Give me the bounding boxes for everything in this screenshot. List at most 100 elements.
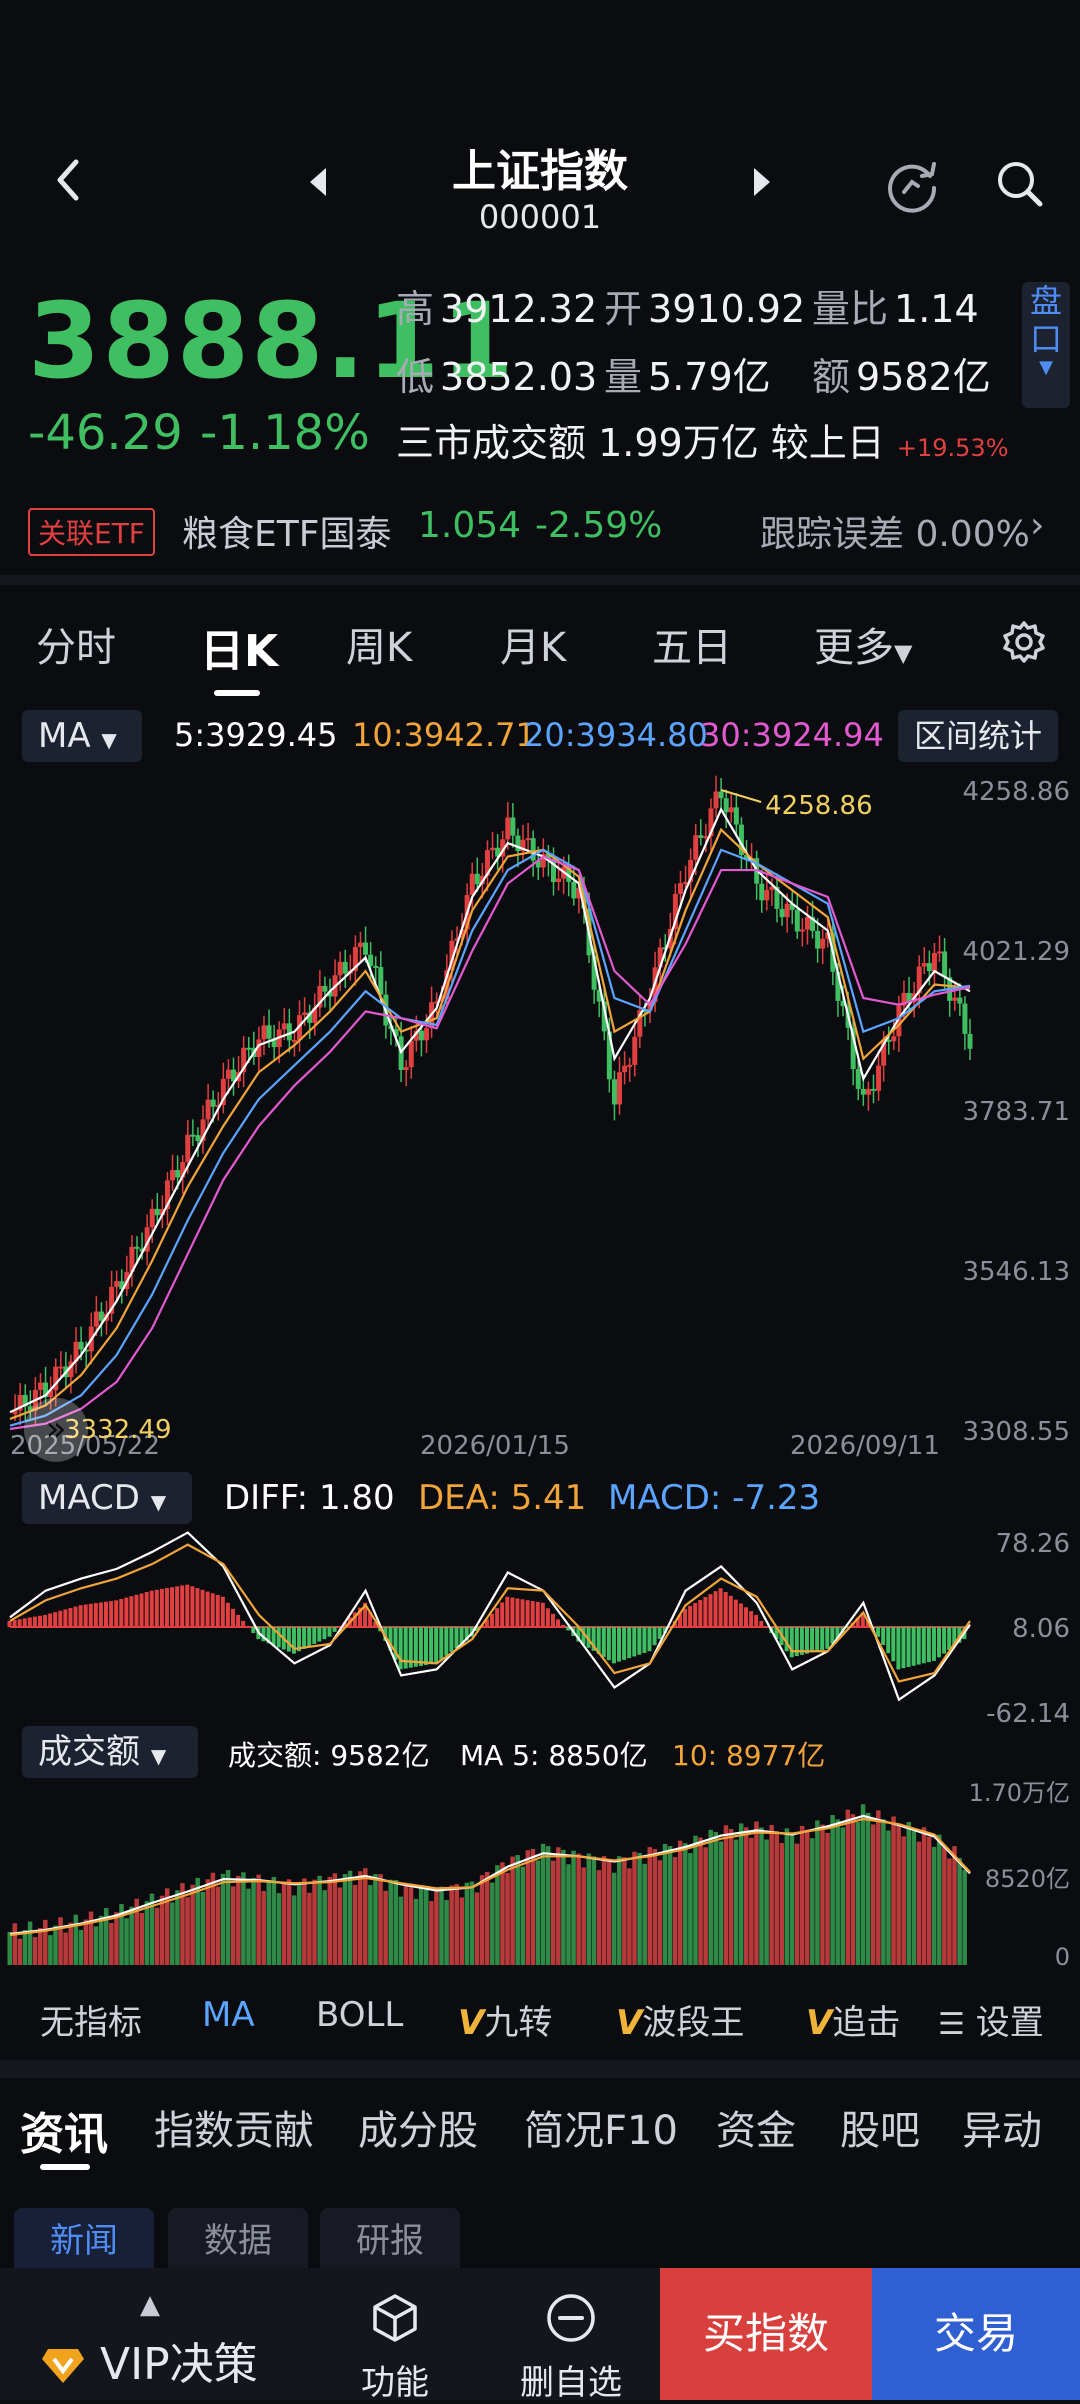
next-index-arrow-icon[interactable]	[740, 162, 780, 202]
macd-bar	[27, 1617, 32, 1627]
macd-bar	[601, 1627, 606, 1658]
macd-bar	[139, 1593, 144, 1627]
candle-body	[870, 1088, 876, 1091]
etf-name[interactable]: 粮食ETF国泰	[182, 505, 391, 557]
macd-bar	[611, 1627, 616, 1664]
candle-body	[510, 817, 516, 836]
kline-chart[interactable]: 4258.864021.293783.713546.133308.552025/…	[0, 770, 1080, 1462]
candle-body	[617, 1072, 623, 1105]
volume-bar	[515, 1855, 520, 1965]
macd-selector[interactable]: MACD ▼	[22, 1472, 192, 1524]
buy-index-button[interactable]: 买指数	[660, 2268, 872, 2400]
macd-chart[interactable]: 78.26 8.06 -62.14	[0, 1529, 1080, 1729]
volume-bar	[225, 1869, 231, 1965]
macd-bar	[225, 1602, 230, 1627]
volume-bar	[617, 1856, 622, 1965]
volume-bar	[383, 1890, 388, 1965]
volume-bar	[556, 1847, 561, 1965]
tab-more[interactable]: 更多▼	[814, 615, 912, 673]
subtab-research[interactable]: 研报	[320, 2208, 460, 2274]
tab-index-contribution[interactable]: 指数贡献	[154, 2098, 314, 2156]
tracking-error[interactable]: 跟踪误差 0.00%	[760, 505, 1030, 557]
candle-body	[627, 1064, 633, 1067]
indicator-zhuiji[interactable]: V追击	[806, 1995, 900, 2044]
vip-decision-button[interactable]: VIP决策	[40, 2328, 258, 2392]
tab-weekly-k[interactable]: 周K	[346, 615, 412, 673]
indicator-none[interactable]: 无指标	[40, 1995, 142, 2044]
candle-body	[424, 1028, 430, 1041]
volume-bar	[144, 1901, 150, 1965]
volume-bar	[347, 1870, 353, 1965]
volume-bar	[926, 1836, 932, 1965]
volume-selector[interactable]: 成交额 ▼	[22, 1726, 198, 1778]
caret-down-icon: ▼	[101, 728, 117, 752]
macd-bar	[490, 1613, 495, 1627]
volume-bar	[845, 1809, 851, 1965]
volume-bar	[921, 1827, 927, 1965]
volume-bar	[596, 1870, 602, 1965]
macd-bar	[500, 1602, 505, 1627]
macd-bar	[627, 1627, 632, 1659]
volume-bar	[215, 1886, 221, 1965]
volume-bar	[876, 1810, 881, 1965]
search-icon[interactable]	[990, 154, 1050, 214]
candle-body	[408, 1040, 414, 1068]
macd-bar	[937, 1627, 942, 1658]
volume-bar	[611, 1872, 617, 1965]
remove-watchlist-button[interactable]: 删自选	[506, 2290, 636, 2404]
ma10-legend: 10:3942.71	[352, 716, 536, 754]
volume-bar	[652, 1849, 658, 1965]
tab-intraday[interactable]: 分时	[36, 615, 116, 673]
ma20-legend: 20:3934.80	[524, 716, 708, 754]
volume-bar	[677, 1840, 683, 1965]
ma-selector[interactable]: MA ▼	[22, 710, 142, 762]
tab-news[interactable]: 资讯	[20, 2098, 108, 2162]
volume-bar	[302, 1878, 307, 1965]
gear-icon[interactable]	[1000, 618, 1048, 666]
volume-bar	[622, 1857, 627, 1965]
indicator-boll[interactable]: BOLL	[316, 1995, 403, 2035]
expand-up-icon[interactable]: ▲	[140, 2290, 160, 2320]
tab-forum[interactable]: 股吧	[840, 2098, 920, 2156]
etf-change-pct: -2.59%	[535, 505, 663, 546]
tab-five-day[interactable]: 五日	[652, 615, 732, 673]
tab-daily-k[interactable]: 日K	[200, 615, 278, 679]
volume-bar	[58, 1917, 63, 1965]
subtab-news[interactable]: 新闻	[14, 2208, 154, 2274]
tab-anomaly[interactable]: 异动	[962, 2098, 1042, 2156]
refresh-icon[interactable]	[882, 154, 942, 214]
macd-bar	[921, 1627, 926, 1664]
indicator-jiuzhuan[interactable]: V九转	[458, 1995, 552, 2044]
indicator-ma[interactable]: MA	[202, 1995, 255, 2035]
function-button[interactable]: 功能	[330, 2290, 460, 2404]
candle-body	[302, 1012, 308, 1016]
chevron-right-icon[interactable]: ›	[1030, 505, 1044, 546]
range-stats-button[interactable]: 区间统计	[898, 710, 1058, 762]
macd-bar	[317, 1627, 322, 1642]
volume-bar	[754, 1821, 759, 1965]
ma5-legend: 5:3929.45	[174, 716, 338, 754]
tab-capital[interactable]: 资金	[716, 2098, 796, 2156]
stat-open: 开 3910.92	[604, 287, 806, 331]
volume-bar	[916, 1841, 922, 1965]
subtab-data[interactable]: 数据	[168, 2208, 308, 2274]
volume-bar	[495, 1865, 500, 1965]
tab-constituents[interactable]: 成分股	[358, 2098, 478, 2156]
volume-bar	[535, 1860, 541, 1965]
volume-chart[interactable]: 1.70万亿 8520亿 0	[0, 1779, 1080, 1971]
indicator-boduan[interactable]: V波段王	[616, 1995, 744, 2044]
volume-bar	[464, 1882, 470, 1965]
candle-body	[291, 1039, 297, 1042]
volume-bar	[738, 1823, 744, 1965]
pankou-toggle[interactable]: 盘 口 ▼	[1022, 282, 1070, 408]
volume-bar	[424, 1885, 429, 1965]
tab-f10[interactable]: 简况F10	[524, 2098, 678, 2156]
macd-bar	[820, 1627, 825, 1651]
tab-monthly-k[interactable]: 月K	[500, 615, 566, 673]
candle-body	[418, 1030, 424, 1041]
trade-button[interactable]: 交易	[872, 2268, 1080, 2400]
volume-y-tick: 1.70万亿	[969, 1779, 1070, 1807]
price-change: -46.29	[28, 405, 183, 461]
indicator-settings[interactable]: ☰ 设置	[932, 1995, 1044, 2044]
volume-bar	[48, 1935, 53, 1965]
